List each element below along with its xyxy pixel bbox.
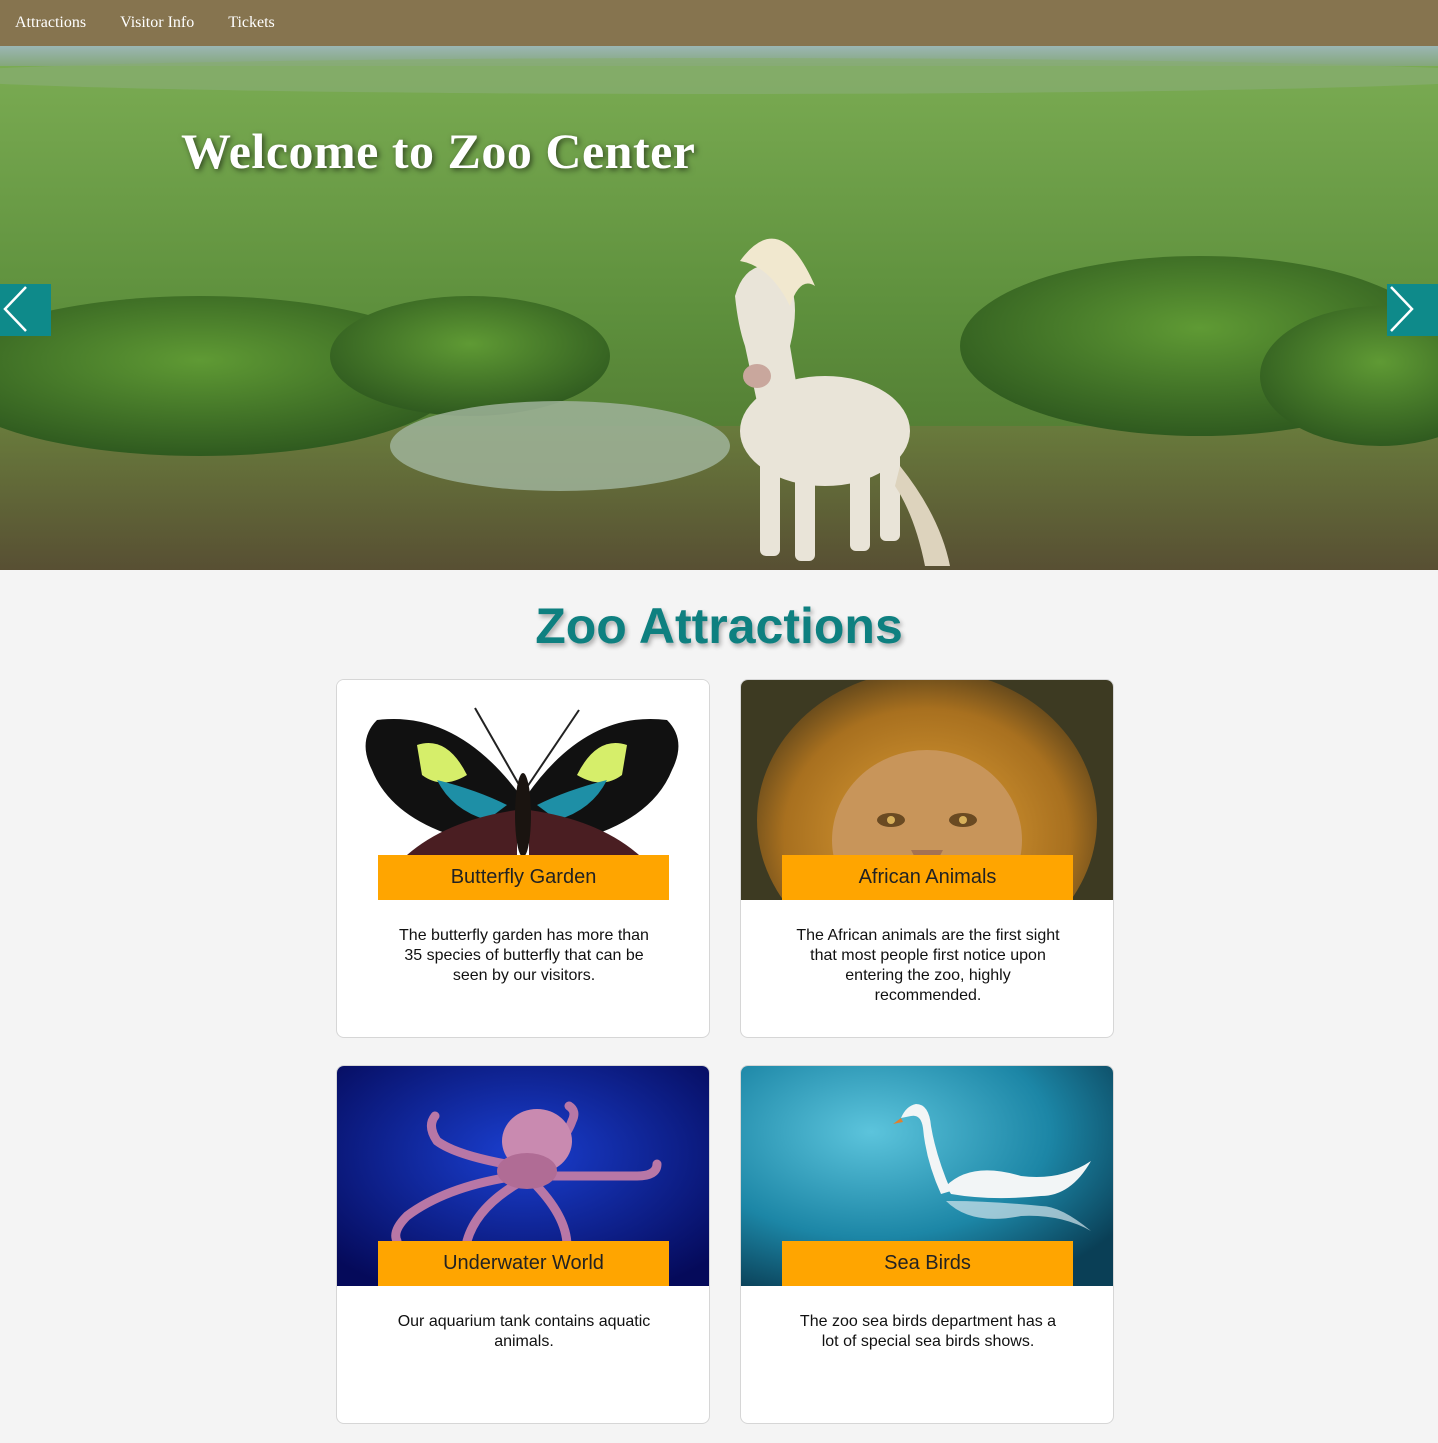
attraction-card-butterfly[interactable]: Butterfly Garden The butterfly garden ha…	[336, 679, 710, 1038]
attraction-card-african-animals[interactable]: African Animals The African animals are …	[740, 679, 1114, 1038]
card-description: The butterfly garden has more than 35 sp…	[399, 927, 649, 984]
slider-prev-button[interactable]	[0, 284, 51, 336]
nav-tickets-link[interactable]: Tickets	[228, 0, 275, 46]
card-description: The African animals are the first sight …	[796, 927, 1060, 1004]
nav-attractions-link[interactable]: Attractions	[15, 0, 86, 46]
top-nav: Attractions Visitor Info Tickets	[0, 0, 1438, 46]
nav-visitor-info-link[interactable]: Visitor Info	[120, 0, 194, 46]
chevron-right-icon	[1390, 286, 1414, 332]
attraction-card-sea-birds[interactable]: Sea Birds The zoo sea birds department h…	[740, 1065, 1114, 1424]
section-title: Zoo Attractions	[535, 598, 903, 654]
chevron-left-icon	[3, 286, 27, 332]
card-description: The zoo sea birds department has a lot o…	[799, 1313, 1057, 1350]
card-label: Sea Birds	[782, 1241, 1073, 1286]
hero-slider: Welcome to Zoo Center	[0, 46, 1438, 570]
card-description: Our aquarium tank contains aquatic anima…	[397, 1313, 651, 1350]
card-label: African Animals	[782, 855, 1073, 900]
hero-title: Welcome to Zoo Center	[181, 123, 696, 179]
slider-next-button[interactable]	[1387, 284, 1438, 336]
attraction-card-underwater-world[interactable]: Underwater World Our aquarium tank conta…	[336, 1065, 710, 1424]
card-label: Underwater World	[378, 1241, 669, 1286]
card-label: Butterfly Garden	[378, 855, 669, 900]
